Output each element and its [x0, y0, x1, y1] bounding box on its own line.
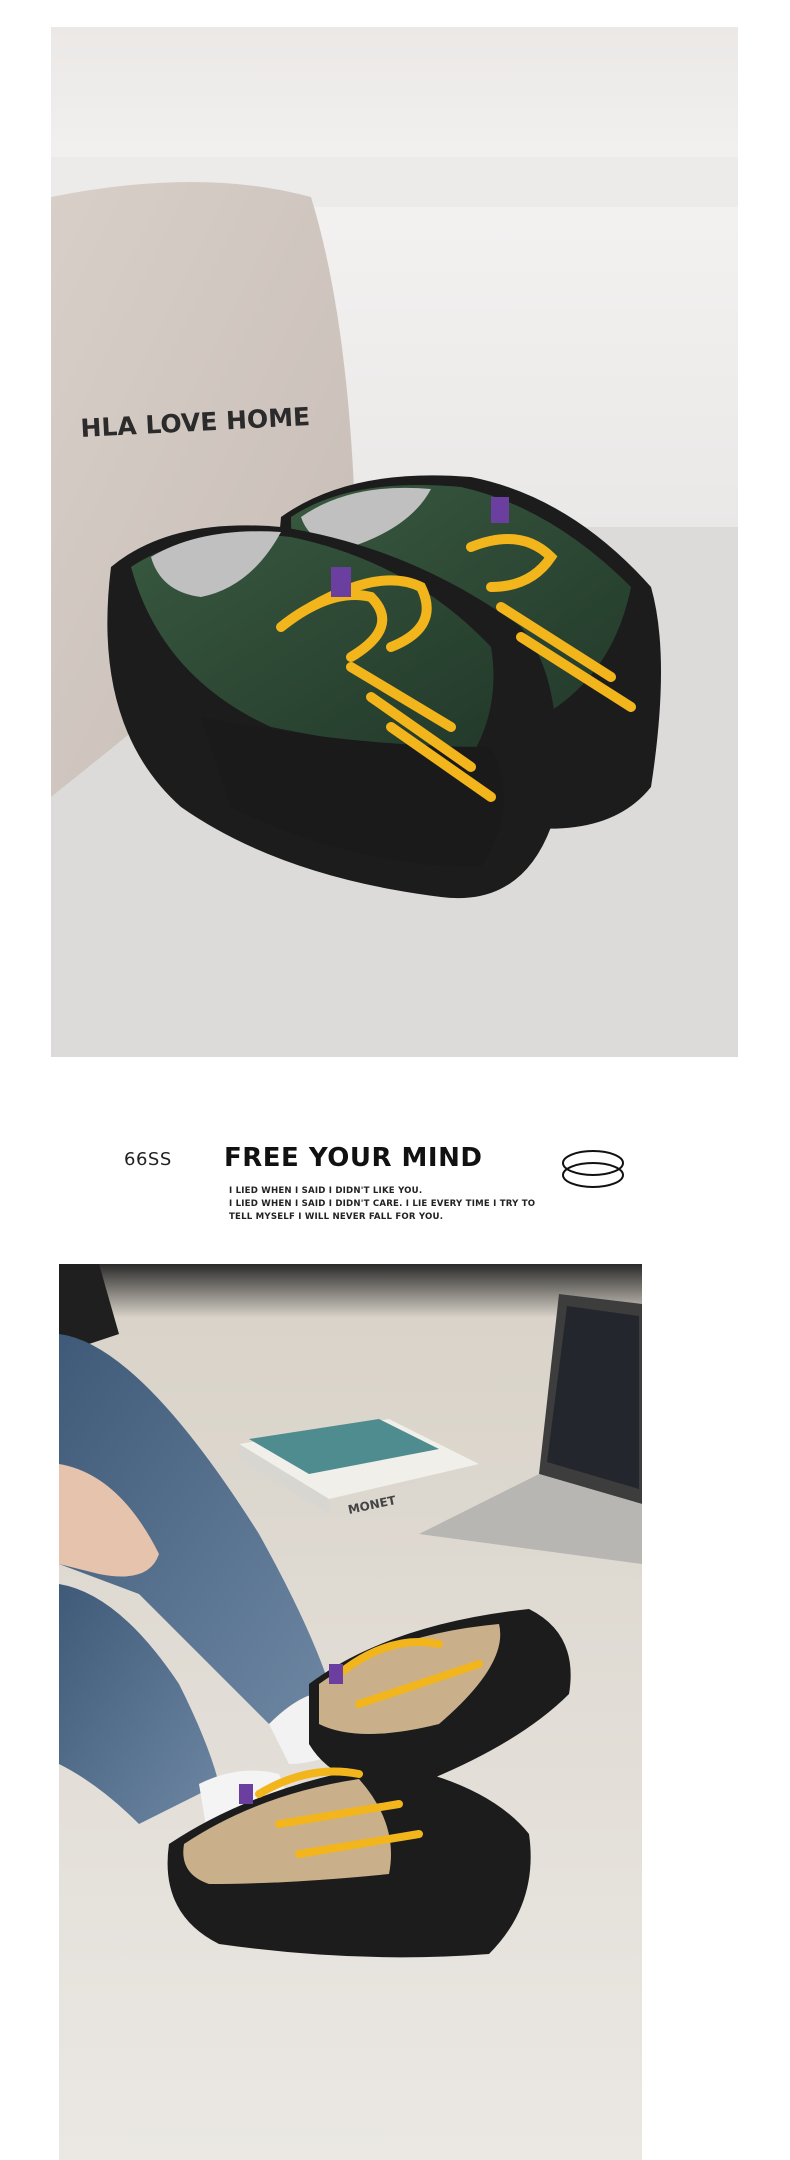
product-photo-khaki: MONET — [59, 1264, 642, 2160]
product-photo-green: HLA LOVE HOME — [51, 27, 738, 1057]
quote-text: I LIED WHEN I SAID I DIDN'T LIKE YOU. I … — [229, 1185, 536, 1224]
quote-line: I LIED WHEN I SAID I DIDN'T CARE. I LIE … — [229, 1199, 536, 1209]
brand-code: 66SS — [124, 1149, 172, 1170]
double-ring-icon — [562, 1150, 624, 1188]
product-photo-khaki-illustration: MONET — [59, 1264, 642, 2160]
quote-line: TELL MYSELF I WILL NEVER FALL FOR YOU. — [229, 1212, 444, 1222]
quote-line: I LIED WHEN I SAID I DIDN'T LIKE YOU. — [229, 1186, 423, 1196]
product-photo-green-illustration: HLA LOVE HOME — [51, 27, 738, 1057]
headline: FREE YOUR MIND — [224, 1143, 483, 1173]
